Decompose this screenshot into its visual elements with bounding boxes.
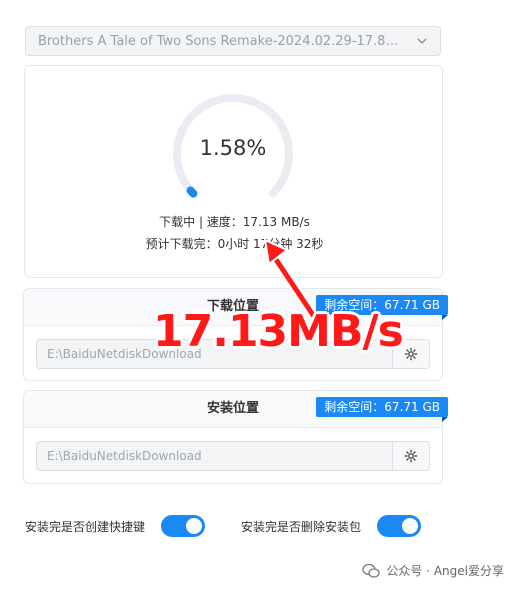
install-path-settings-button[interactable]: [392, 442, 429, 470]
install-path-row: [36, 441, 430, 471]
install-free-space-badge: 剩余空间：67.71 GB: [316, 397, 448, 422]
progress-ring-fill: [186, 186, 198, 198]
create-shortcut-label: 安装完是否创建快捷键: [25, 519, 146, 534]
game-select[interactable]: Brothers A Tale of Two Sons Remake-2024.…: [25, 26, 441, 56]
progress-card: 1.58% 下载中 | 速度：17.13 MB/s 预计下载完：0小时 17分钟…: [24, 65, 443, 278]
gear-icon: [404, 449, 418, 463]
install-path-input[interactable]: [37, 442, 392, 470]
create-shortcut-option: 安装完是否创建快捷键: [25, 515, 206, 537]
delete-package-toggle[interactable]: [377, 515, 422, 537]
speed-callout: 17.13MB/s: [153, 306, 404, 357]
progress-percent: 1.58%: [199, 136, 267, 160]
download-status: 下载中 | 速度：17.13 MB/s: [159, 215, 310, 229]
chevron-down-icon: [417, 38, 427, 44]
install-location-card: 安装位置 剩余空间：67.71 GB: [23, 390, 448, 484]
game-select-value: Brothers A Tale of Two Sons Remake-2024.…: [38, 33, 404, 49]
create-shortcut-toggle[interactable]: [161, 515, 206, 537]
watermark-text: 公众号 · Angel爱分享: [386, 564, 504, 578]
gear-icon: [404, 347, 418, 361]
wechat-icon: [362, 563, 381, 578]
delete-package-label: 安装完是否删除安装包: [241, 519, 362, 534]
watermark: 公众号 · Angel爱分享: [362, 562, 504, 579]
download-eta: 预计下载完：0小时 17分钟 32秒: [145, 237, 324, 251]
delete-package-option: 安装完是否删除安装包: [241, 515, 422, 537]
